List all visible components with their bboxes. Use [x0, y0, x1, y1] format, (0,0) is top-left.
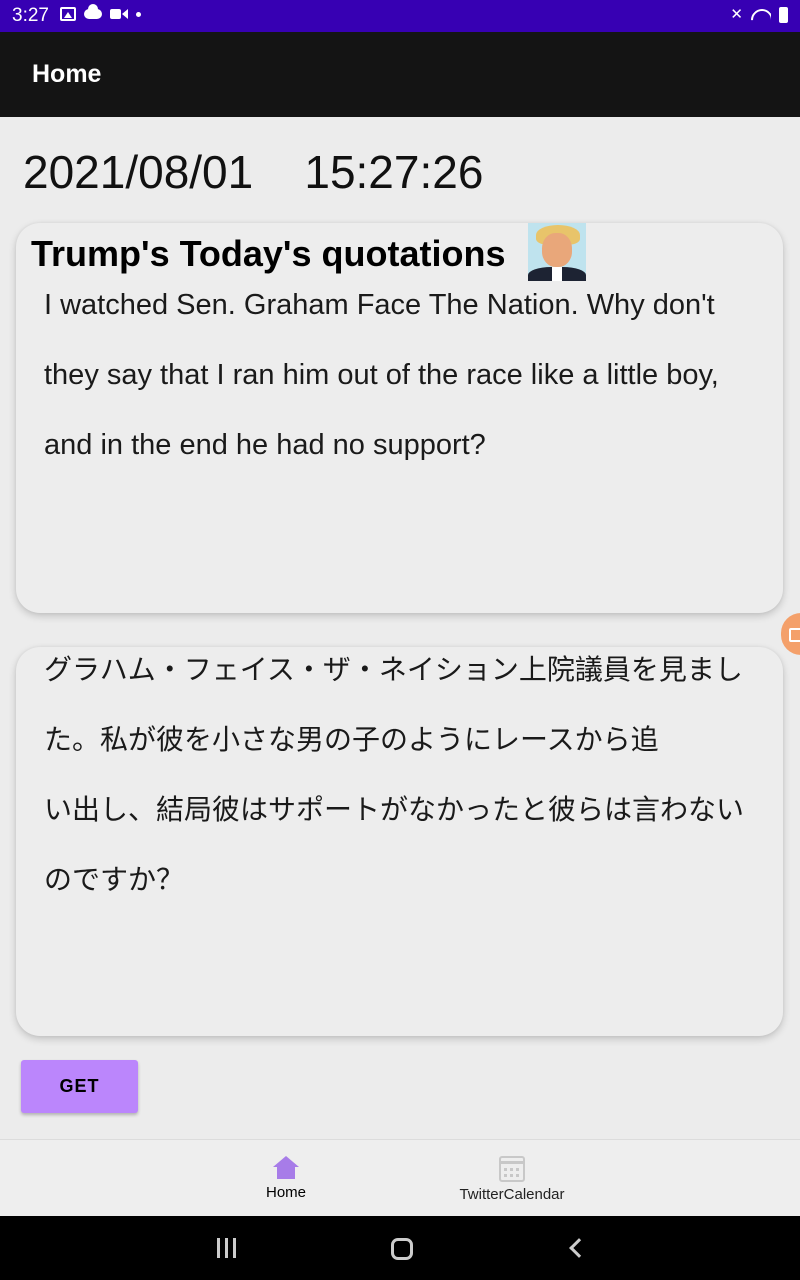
dot-icon — [136, 11, 141, 17]
datetime-display: 2021/08/01 15:27:26 — [23, 145, 483, 199]
status-left-icons — [60, 4, 141, 21]
english-quote-text: I watched Sen. Graham Face The Nation. W… — [44, 289, 719, 461]
back-icon[interactable] — [569, 1238, 589, 1258]
system-navigation-bar — [0, 1216, 800, 1280]
date-text: 2021/08/01 — [23, 146, 254, 198]
get-button[interactable]: GET — [21, 1060, 138, 1113]
nav-label-twitter-calendar: TwitterCalendar — [459, 1186, 565, 1203]
battery-icon — [779, 7, 788, 23]
english-quote-card: Trump's Today's quotations I watched Sen… — [16, 223, 783, 613]
video-icon — [110, 8, 128, 20]
system-home-icon[interactable] — [391, 1238, 413, 1260]
cloud-icon — [84, 4, 102, 19]
image-icon — [60, 7, 76, 21]
app-bar-title: Home — [32, 60, 102, 88]
wifi-icon — [751, 7, 771, 23]
status-right-icons: ✕ — [730, 6, 788, 24]
home-icon — [273, 1156, 299, 1180]
card-title: Trump's Today's quotations — [31, 233, 506, 274]
recents-icon[interactable] — [217, 1238, 239, 1258]
nav-item-twitter-calendar[interactable]: TwitterCalendar — [440, 1156, 584, 1203]
nav-item-home[interactable]: Home — [240, 1156, 332, 1201]
time-text: 15:27:26 — [304, 146, 484, 198]
mute-icon: ✕ — [730, 6, 743, 23]
status-time: 3:27 — [12, 5, 49, 26]
app-bar: Home — [0, 32, 800, 117]
side-floating-tab[interactable] — [781, 613, 800, 655]
japanese-quote-card: グラハム・フェイス・ザ・ネイション上院議員を見ました。私が彼を小さな男の子のよう… — [16, 647, 783, 1036]
calendar-icon — [499, 1156, 525, 1182]
japanese-quote-text: グラハム・フェイス・ザ・ネイション上院議員を見ました。私が彼を小さな男の子のよう… — [44, 654, 745, 895]
status-bar: 3:27 ✕ — [0, 0, 800, 32]
bottom-navigation: Home TwitterCalendar — [0, 1139, 800, 1216]
nav-label-home: Home — [265, 1184, 306, 1201]
